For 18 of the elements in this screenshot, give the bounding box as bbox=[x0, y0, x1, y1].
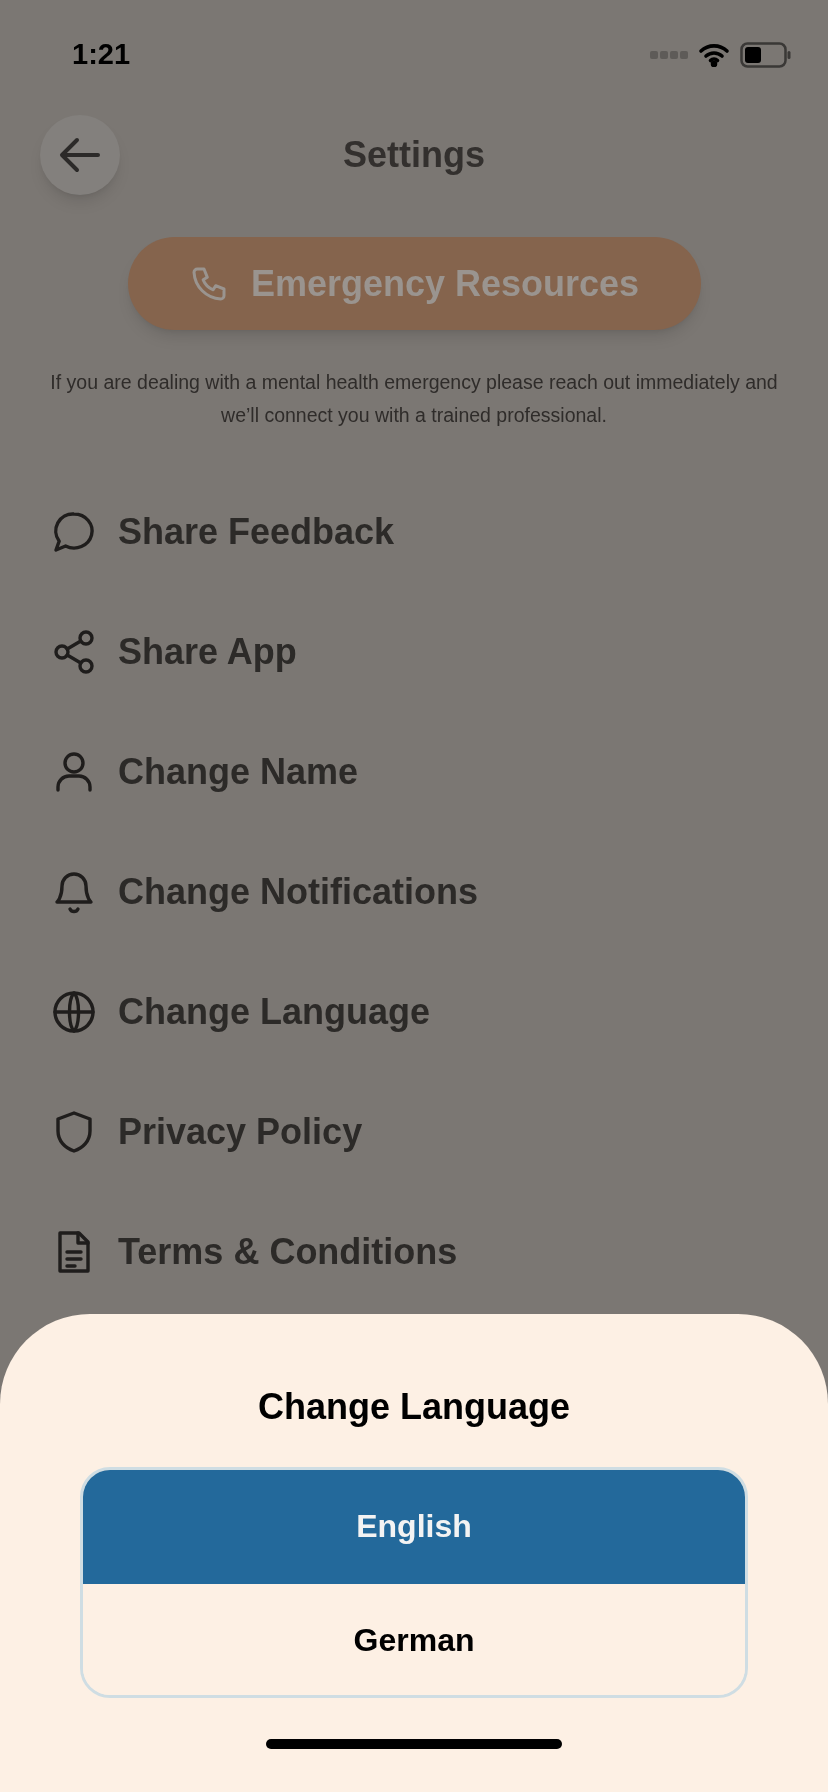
emergency-note: If you are dealing with a mental health emergency please reach out immediately and we’ll connect you with a trained professional. bbox=[49, 370, 779, 428]
sheet-title: Change Language bbox=[258, 1385, 570, 1429]
settings-menu-item[interactable]: Share App bbox=[118, 625, 297, 679]
back-arrow-icon bbox=[59, 137, 101, 173]
language-option[interactable]: English bbox=[83, 1470, 745, 1584]
settings-menu-item[interactable]: Change Notifications bbox=[118, 865, 479, 919]
settings-menu-item[interactable]: Terms & Conditions bbox=[118, 1225, 458, 1279]
wifi-icon bbox=[698, 43, 730, 67]
battery-icon bbox=[740, 42, 792, 68]
page-title: Settings bbox=[343, 133, 485, 177]
settings-menu-item[interactable]: Share Feedback bbox=[118, 505, 395, 559]
settings-menu-item[interactable]: Privacy Policy bbox=[118, 1105, 363, 1159]
settings-menu-item[interactable]: Change Name bbox=[118, 745, 359, 799]
status-time: 1:21 bbox=[72, 37, 131, 73]
signal-icon bbox=[650, 50, 688, 60]
emergency-resources-button[interactable]: Emergency Resources bbox=[127, 237, 701, 330]
globe-icon bbox=[50, 988, 98, 1036]
settings-menu-item[interactable]: Change Language bbox=[118, 985, 431, 1039]
